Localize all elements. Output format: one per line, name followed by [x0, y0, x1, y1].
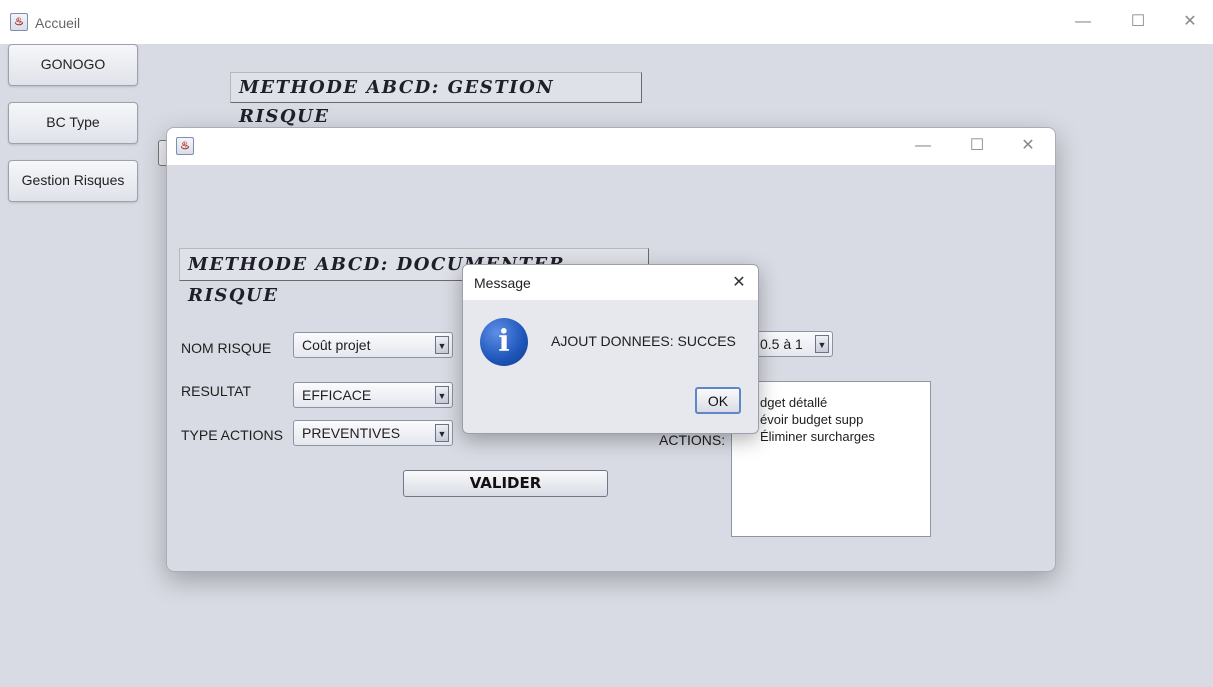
ok-button[interactable]: OK: [695, 387, 741, 414]
java-app-icon: ♨: [10, 13, 28, 31]
actions-textarea[interactable]: dget détallé évoir budget supp Éliminer …: [731, 381, 931, 537]
type-actions-value: PREVENTIVES: [302, 425, 401, 441]
type-actions-label: TYPE ACTIONS: [181, 427, 283, 443]
actions-label: ACTIONS:: [659, 432, 726, 448]
dropdown-arrow-icon[interactable]: ▼: [435, 336, 449, 354]
main-window-title: Accueil: [35, 15, 81, 31]
resultat-label: RESULTAT: [181, 383, 252, 399]
dialog-title: Message: [474, 275, 531, 291]
minimize-icon[interactable]: —: [913, 136, 933, 156]
nom-risque-label: NOM RISQUE: [181, 340, 272, 356]
dropdown-arrow-icon[interactable]: ▼: [435, 386, 449, 404]
nom-risque-select[interactable]: Coût projet ▼: [293, 332, 453, 358]
type-actions-select[interactable]: PREVENTIVES ▼: [293, 420, 453, 446]
resultat-select[interactable]: EFFICACE ▼: [293, 382, 453, 408]
actions-line: évoir budget supp: [760, 412, 864, 427]
inner-titlebar: ♨ — ☐ ✕: [167, 128, 1055, 165]
maximize-icon[interactable]: ☐: [967, 136, 987, 156]
message-dialog: Message ✕ i AJOUT DONNEES: SUCCES OK: [462, 264, 759, 434]
actions-line: dget détallé: [760, 395, 828, 410]
probability-select[interactable]: 0.5 à 1 ▼: [751, 331, 833, 357]
gestion-risques-button[interactable]: Gestion Risques: [8, 160, 138, 202]
close-icon[interactable]: ✕: [1180, 12, 1200, 32]
dialog-message: AJOUT DONNEES: SUCCES: [551, 333, 736, 349]
probability-value: 0.5 à 1: [760, 336, 803, 352]
resultat-value: EFFICACE: [302, 387, 372, 403]
actions-line: Éliminer surcharges: [760, 429, 875, 444]
dialog-titlebar: Message ✕: [463, 265, 758, 300]
main-header-title: METHODE ABCD: GESTION RISQUE: [230, 72, 642, 127]
bc-type-button[interactable]: BC Type: [8, 102, 138, 144]
close-icon[interactable]: ✕: [729, 273, 749, 293]
valider-button[interactable]: VALIDER: [403, 470, 608, 497]
java-app-icon: ♨: [176, 137, 194, 155]
gonogo-button[interactable]: GONOGO: [8, 44, 138, 86]
maximize-icon[interactable]: ☐: [1128, 12, 1148, 32]
dropdown-arrow-icon[interactable]: ▼: [435, 424, 449, 442]
minimize-icon[interactable]: —: [1073, 12, 1093, 32]
close-icon[interactable]: ✕: [1018, 136, 1038, 156]
main-titlebar: ♨ Accueil — ☐ ✕: [0, 0, 1213, 44]
info-icon: i: [480, 318, 528, 366]
nom-risque-value: Coût projet: [302, 337, 371, 353]
dropdown-arrow-icon[interactable]: ▼: [815, 335, 829, 353]
